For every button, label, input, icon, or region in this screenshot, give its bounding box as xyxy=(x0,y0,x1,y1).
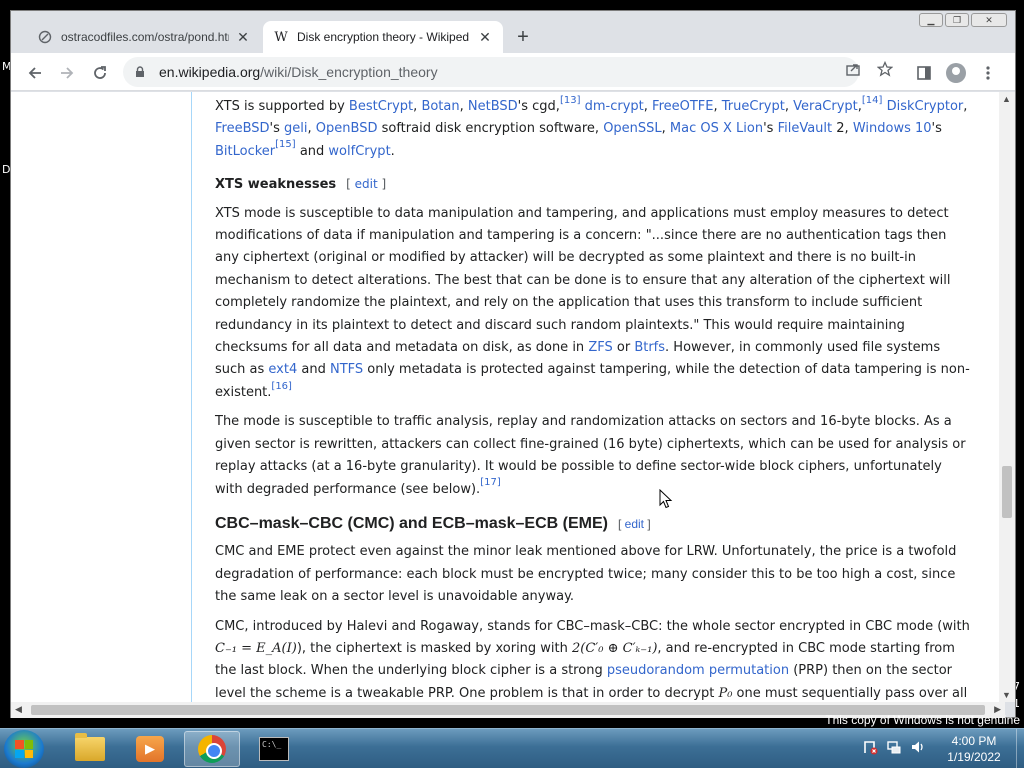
maximize-button[interactable]: ❐ xyxy=(945,13,969,27)
show-desktop-button[interactable] xyxy=(1016,729,1024,768)
link-zfs[interactable]: ZFS xyxy=(588,340,612,355)
heading-cmc-eme: CBC–mask–CBC (CMC) and ECB–mask–ECB (EME… xyxy=(215,514,651,532)
ref-13[interactable]: [13] xyxy=(560,95,581,106)
article-body: XTS is supported by BestCrypt, Botan, Ne… xyxy=(215,94,971,702)
link-truecrypt[interactable]: TrueCrypt xyxy=(722,99,785,114)
heading-xts-weaknesses: XTS weaknesses[ edit ] xyxy=(215,177,387,193)
mouse-cursor-icon xyxy=(659,489,673,509)
link-mac-os-x-lion[interactable]: Mac OS X Lion xyxy=(670,121,763,136)
action-center-icon[interactable] xyxy=(862,739,878,758)
scroll-left-arrow-icon[interactable]: ◀ xyxy=(15,704,22,715)
vertical-scrollbar[interactable]: ▲ ▼ xyxy=(999,92,1015,702)
system-tray xyxy=(862,739,926,758)
window-controls: ▁ ❐ ✕ xyxy=(919,13,1007,27)
tab-title: ostracodfiles.com/ostra/pond.htm xyxy=(61,30,229,44)
chrome-taskbar-button[interactable] xyxy=(184,731,240,767)
play-icon: ▶ xyxy=(136,736,164,762)
link-netbsd[interactable]: NetBSD xyxy=(468,99,518,114)
forward-button[interactable] xyxy=(53,59,81,87)
menu-kebab-icon[interactable] xyxy=(974,59,1002,87)
link-pseudorandom-permutation[interactable]: pseudorandom permutation xyxy=(607,663,789,678)
tab-ostracod[interactable]: ostracodfiles.com/ostra/pond.htm ✕ xyxy=(27,21,261,53)
tab-title: Disk encryption theory - Wikiped xyxy=(297,30,470,44)
wikipedia-icon: W xyxy=(274,29,288,45)
math-formula: 2(C′₀ ⊕ C′ₖ₋₁) xyxy=(572,640,658,656)
minimize-button[interactable]: ▁ xyxy=(919,13,943,27)
link-dm-crypt[interactable]: dm-crypt xyxy=(585,99,644,114)
profile-avatar[interactable] xyxy=(942,59,970,87)
windows-logo-icon xyxy=(15,740,33,758)
math-formula: P₀ xyxy=(718,685,733,701)
link-freeotfe[interactable]: FreeOTFE xyxy=(652,99,713,114)
close-tab-icon[interactable]: ✕ xyxy=(477,29,493,45)
link-ntfs[interactable]: NTFS xyxy=(330,362,363,377)
start-button[interactable] xyxy=(4,730,44,768)
share-icon[interactable] xyxy=(845,61,861,80)
link-bestcrypt[interactable]: BestCrypt xyxy=(349,99,413,114)
link-windows-10[interactable]: Windows 10 xyxy=(853,121,932,136)
tab-disk-encryption[interactable]: W Disk encryption theory - Wikiped ✕ xyxy=(263,21,503,53)
link-openbsd[interactable]: OpenBSD xyxy=(316,121,378,136)
link-ext4[interactable]: ext4 xyxy=(268,362,297,377)
explorer-taskbar-button[interactable] xyxy=(62,731,118,767)
paragraph-cmc-eme-intro: CMC and EME protect even against the min… xyxy=(215,544,957,605)
url-path: /wiki/Disk_encryption_theory xyxy=(260,64,438,80)
link-btrfs[interactable]: Btrfs xyxy=(634,340,665,355)
taskbar: ▶ C:\_ 4:00 PM 1/19/2022 xyxy=(0,728,1024,768)
url-domain: en.wikipedia.org xyxy=(159,64,261,80)
folder-icon xyxy=(75,733,105,761)
cmd-taskbar-button[interactable]: C:\_ xyxy=(246,731,302,767)
network-icon[interactable] xyxy=(886,739,902,758)
media-player-taskbar-button[interactable]: ▶ xyxy=(122,731,178,767)
windows-genuine-watermark: This copy of Windows is not genuine xyxy=(825,713,1020,727)
paragraph-xts-tampering: XTS mode is susceptible to data manipula… xyxy=(215,205,970,400)
avatar xyxy=(946,63,966,83)
browser-window: ostracodfiles.com/ostra/pond.htm ✕ W Dis… xyxy=(10,10,1016,718)
edit-section-link: [ edit ] xyxy=(617,516,651,531)
link-veracrypt[interactable]: VeraCrypt xyxy=(793,99,858,114)
link-wolfcrypt[interactable]: wolfCrypt xyxy=(328,144,390,159)
math-formula: C₋₁ = E_A(I) xyxy=(215,640,297,656)
page-viewport[interactable]: XTS is supported by BestCrypt, Botan, Ne… xyxy=(11,92,1005,702)
volume-icon[interactable] xyxy=(910,739,926,758)
edit-section-link: [ edit ] xyxy=(346,177,387,192)
content-left-border xyxy=(191,92,192,702)
paragraph-cmc-detail: CMC, introduced by Halevi and Rogaway, s… xyxy=(215,618,970,701)
clock-time: 4:00 PM xyxy=(951,734,997,748)
ref-17[interactable]: [17] xyxy=(480,477,501,488)
back-button[interactable] xyxy=(21,59,49,87)
link-bitlocker[interactable]: BitLocker xyxy=(215,144,275,159)
scroll-thumb[interactable] xyxy=(1002,466,1012,518)
close-window-button[interactable]: ✕ xyxy=(971,13,1007,27)
paragraph-xts-traffic: The mode is susceptible to traffic analy… xyxy=(215,414,966,497)
ref-15[interactable]: [15] xyxy=(275,139,296,150)
globe-icon xyxy=(37,29,53,45)
link-geli[interactable]: geli xyxy=(284,121,307,136)
close-tab-icon[interactable]: ✕ xyxy=(235,29,251,45)
ref-16[interactable]: [16] xyxy=(271,381,292,392)
link-botan[interactable]: Botan xyxy=(421,99,459,114)
chrome-icon xyxy=(198,735,226,763)
taskbar-clock[interactable]: 4:00 PM 1/19/2022 xyxy=(936,733,1012,765)
clock-date: 1/19/2022 xyxy=(947,750,1001,764)
lock-icon[interactable] xyxy=(135,65,149,79)
address-bar[interactable]: en.wikipedia.org/wiki/Disk_encryption_th… xyxy=(123,57,859,87)
scroll-up-arrow-icon[interactable]: ▲ xyxy=(1002,94,1011,104)
link-openssl[interactable]: OpenSSL xyxy=(603,121,661,136)
side-panel-icon[interactable] xyxy=(910,59,938,87)
new-tab-button[interactable]: + xyxy=(511,25,535,49)
reload-button[interactable] xyxy=(86,59,114,87)
cmd-icon: C:\_ xyxy=(259,737,289,761)
link-filevault[interactable]: FileVault xyxy=(778,121,833,136)
link-diskcryptor[interactable]: DiskCryptor xyxy=(887,99,964,114)
tab-strip: ostracodfiles.com/ostra/pond.htm ✕ W Dis… xyxy=(11,11,1015,53)
browser-toolbar: en.wikipedia.org/wiki/Disk_encryption_th… xyxy=(11,53,1015,91)
scroll-down-arrow-icon[interactable]: ▼ xyxy=(1002,690,1011,700)
link-freebsd[interactable]: FreeBSD xyxy=(215,121,270,136)
bookmark-star-icon[interactable] xyxy=(876,60,894,80)
ref-14[interactable]: [14] xyxy=(862,95,883,106)
paragraph-xts-support: XTS is supported by BestCrypt, Botan, Ne… xyxy=(215,94,968,159)
